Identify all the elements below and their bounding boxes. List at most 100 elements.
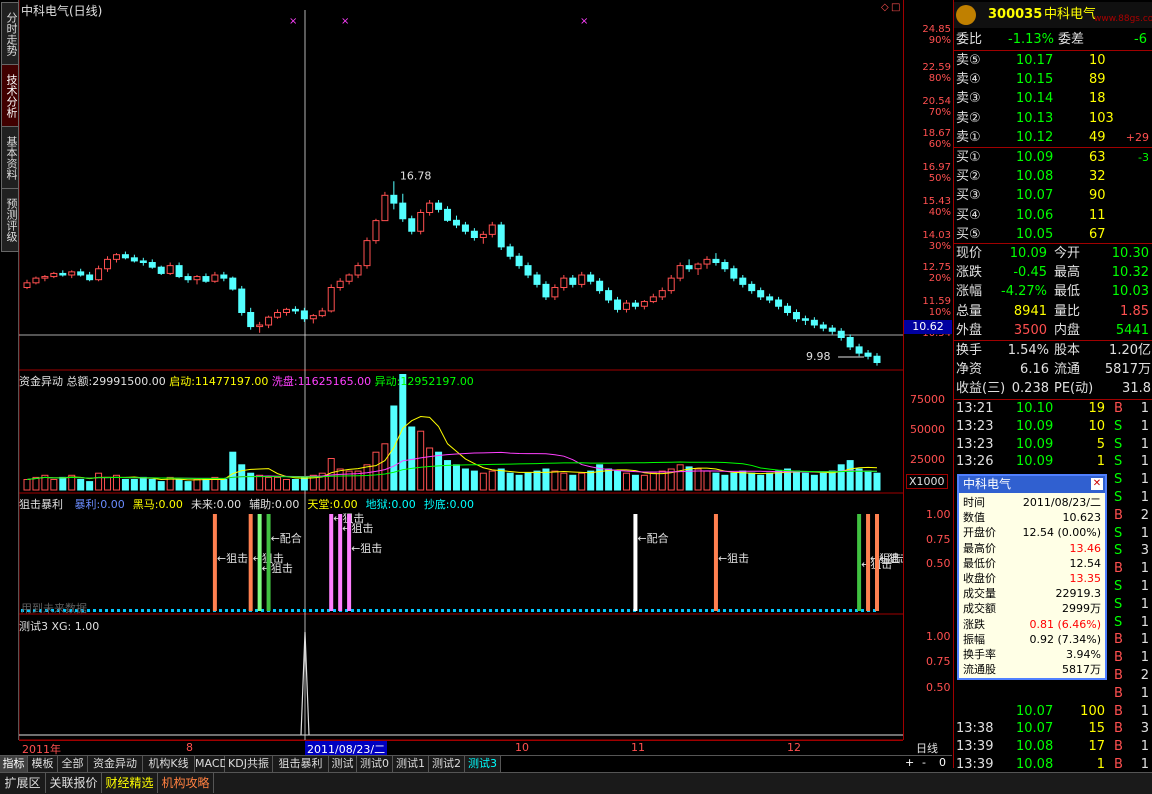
volume-bar[interactable] — [640, 474, 648, 491]
indicator-tab[interactable]: 测试2 — [429, 756, 465, 772]
candle-body[interactable] — [479, 233, 487, 238]
candle-body[interactable] — [68, 271, 76, 276]
indicator-tab[interactable]: 全部 — [58, 756, 88, 772]
indicator-tab[interactable]: 模板 — [28, 756, 58, 772]
volume-bar[interactable] — [77, 479, 85, 491]
candle-body[interactable] — [363, 240, 371, 267]
candle-body[interactable] — [712, 258, 720, 263]
candle-body[interactable] — [229, 277, 237, 290]
candle-body[interactable] — [247, 312, 255, 328]
chart-area[interactable]: 16.789.98×××←狙击←狙击←狙击←配合←狙击←狙击←狙击←配合←狙击←… — [19, 0, 903, 757]
candle-body[interactable] — [399, 202, 407, 220]
volume-bar[interactable] — [381, 443, 389, 491]
volume-bar[interactable] — [703, 470, 711, 491]
candle-body[interactable] — [157, 266, 165, 274]
volume-bar[interactable] — [408, 426, 416, 491]
volume-bar[interactable] — [855, 468, 863, 491]
volume-bar[interactable] — [864, 470, 872, 491]
candle-body[interactable] — [855, 346, 863, 354]
indicator-tab[interactable]: 测试3 — [465, 756, 501, 772]
candle-body[interactable] — [488, 224, 496, 235]
volume-bar[interactable] — [130, 479, 138, 491]
candle-body[interactable] — [801, 318, 809, 321]
candle-body[interactable] — [730, 268, 738, 279]
candle-body[interactable] — [166, 265, 174, 274]
indicator-tab[interactable]: 指标 — [0, 756, 28, 772]
candle-body[interactable] — [435, 202, 443, 210]
candle-body[interactable] — [193, 276, 201, 281]
event-marker[interactable]: × — [580, 16, 588, 27]
signal-bar[interactable] — [329, 514, 334, 611]
bottom-bar-item[interactable]: 机构攻略 — [158, 773, 214, 793]
signal-bar[interactable] — [347, 514, 352, 611]
candle-body[interactable] — [784, 305, 792, 313]
candle-body[interactable] — [810, 319, 818, 326]
candle-body[interactable] — [766, 296, 774, 301]
candle-body[interactable] — [354, 265, 362, 276]
event-marker[interactable]: × — [289, 16, 297, 27]
candle-body[interactable] — [77, 271, 85, 276]
zoom-in-button[interactable]: + — [905, 756, 914, 769]
candle-body[interactable] — [86, 274, 94, 281]
volume-bar[interactable] — [712, 472, 720, 491]
volume-bar[interactable] — [363, 464, 371, 491]
indicator-tab[interactable]: KDJ共振 — [225, 756, 273, 772]
volume-bar[interactable] — [873, 472, 881, 491]
candle-body[interactable] — [300, 310, 308, 320]
candle-body[interactable] — [497, 224, 505, 248]
volume-bar[interactable] — [694, 468, 702, 491]
candle-body[interactable] — [121, 254, 129, 259]
candle-body[interactable] — [846, 337, 854, 348]
volume-bar[interactable] — [757, 474, 765, 491]
candle-body[interactable] — [372, 220, 380, 242]
indicator-tab[interactable]: 机构K线 — [143, 756, 195, 772]
volume-bar[interactable] — [497, 468, 505, 491]
candle-body[interactable] — [506, 246, 514, 257]
candle-body[interactable] — [202, 276, 210, 282]
indicator-tab[interactable]: MACD — [195, 756, 228, 772]
candle-body[interactable] — [291, 308, 299, 312]
candle-body[interactable] — [614, 299, 622, 310]
candle-body[interactable] — [667, 277, 675, 292]
candle-body[interactable] — [139, 260, 147, 263]
candle-body[interactable] — [631, 302, 639, 307]
candle-body[interactable] — [238, 288, 246, 313]
candle-body[interactable] — [327, 287, 335, 312]
candle-body[interactable] — [596, 280, 604, 292]
volume-bar[interactable] — [193, 479, 201, 491]
volume-bar[interactable] — [775, 470, 783, 491]
candle-body[interactable] — [685, 265, 693, 270]
candle-body[interactable] — [148, 262, 156, 268]
candle-body[interactable] — [282, 308, 290, 313]
volume-bar[interactable] — [86, 481, 94, 491]
candle-body[interactable] — [41, 276, 49, 279]
volume-bar[interactable] — [59, 476, 67, 491]
candle-body[interactable] — [265, 316, 273, 326]
volume-bar[interactable] — [452, 464, 460, 491]
volume-bar[interactable] — [748, 472, 756, 491]
volume-bar[interactable] — [792, 470, 800, 491]
candle-body[interactable] — [112, 254, 120, 260]
kline-chart[interactable]: 16.789.98×××←狙击←狙击←狙击←配合←狙击←狙击←狙击←配合←狙击←… — [19, 0, 903, 740]
candle-body[interactable] — [560, 277, 568, 288]
candle-body[interactable] — [837, 330, 845, 338]
volume-bar[interactable] — [479, 472, 487, 491]
volume-bar[interactable] — [649, 472, 657, 491]
volume-bar[interactable] — [139, 476, 147, 491]
volume-bar[interactable] — [533, 470, 541, 491]
volume-bar[interactable] — [274, 476, 282, 491]
volume-bar[interactable] — [184, 481, 192, 491]
period-label[interactable]: 日线 — [916, 740, 938, 756]
volume-bar[interactable] — [524, 472, 532, 491]
candle-body[interactable] — [703, 258, 711, 265]
candle-body[interactable] — [605, 290, 613, 301]
volume-bar[interactable] — [50, 479, 58, 491]
candle-body[interactable] — [59, 272, 67, 276]
candle-body[interactable] — [274, 312, 282, 318]
volume-bar[interactable] — [175, 479, 183, 491]
volume-bar[interactable] — [148, 479, 156, 491]
candle-body[interactable] — [175, 265, 183, 278]
restore-square-icon[interactable]: □ — [891, 2, 900, 13]
candle-body[interactable] — [95, 268, 103, 281]
bottom-bar-item[interactable]: 关联报价 — [46, 773, 102, 793]
